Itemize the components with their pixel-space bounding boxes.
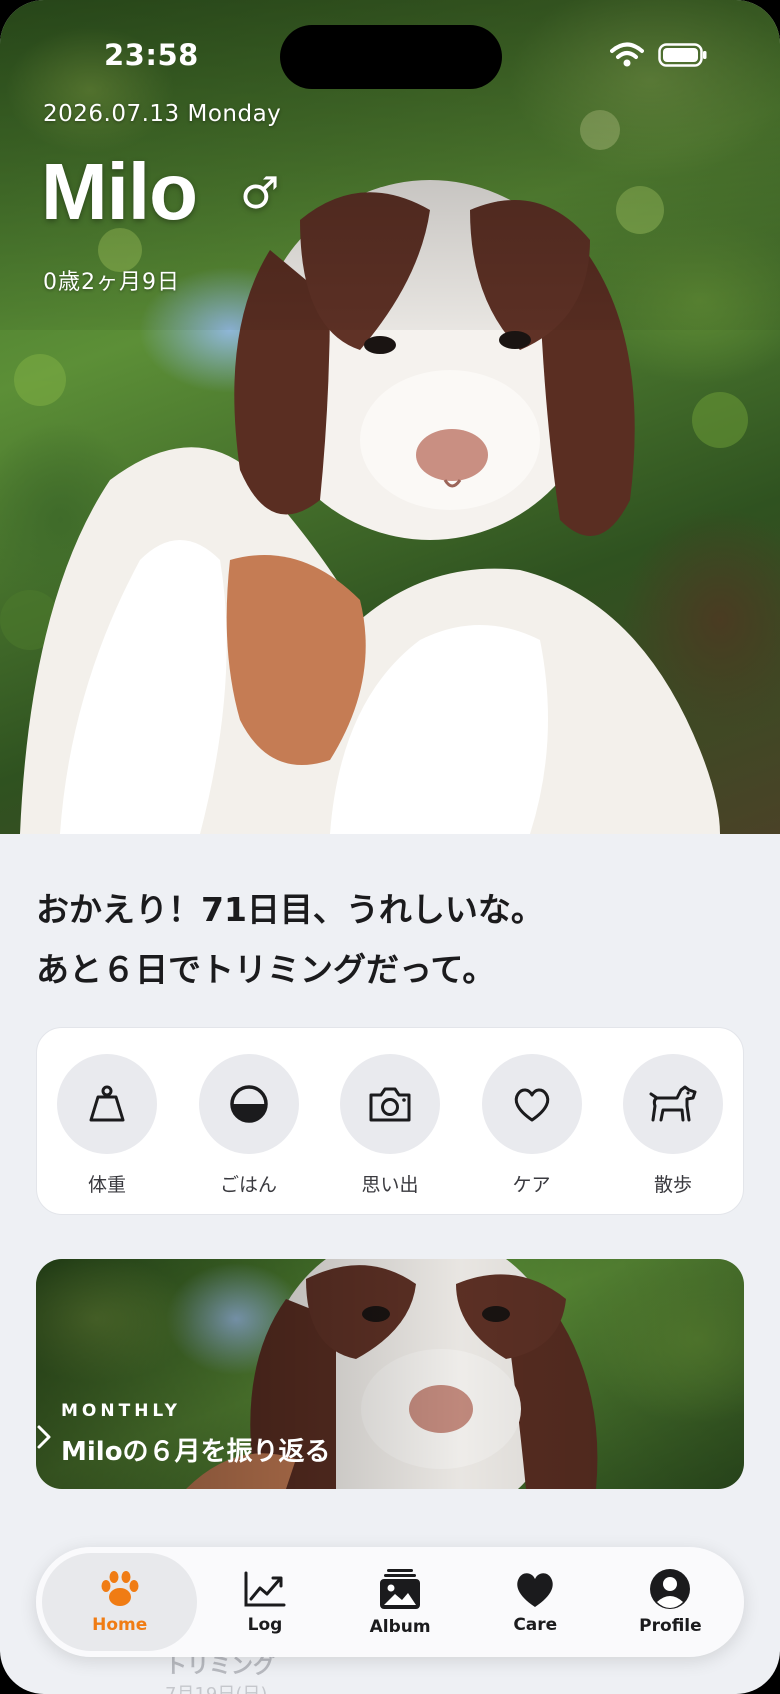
chevron-right-icon: [37, 1425, 51, 1449]
upcoming-date: 7月19日(日): [165, 1680, 267, 1694]
tab-bar: Home Log Album Care Profile: [36, 1547, 744, 1657]
paw-icon: [101, 1571, 139, 1606]
tab-label: Album: [369, 1617, 431, 1637]
action-walk[interactable]: 散歩: [623, 1054, 723, 1214]
action-memories[interactable]: 思い出: [340, 1054, 440, 1214]
tab-label: Profile: [639, 1616, 702, 1636]
camera-icon: [369, 1087, 411, 1122]
action-care[interactable]: ケア: [481, 1054, 582, 1214]
status-time: 23:58: [104, 38, 199, 72]
action-weight[interactable]: 体重: [57, 1054, 157, 1214]
monthly-kicker: MONTHLY: [61, 1401, 181, 1421]
pet-name: Milo: [41, 147, 198, 236]
weight-icon: [89, 1085, 125, 1122]
heart-icon: [517, 1573, 553, 1607]
person-icon: [650, 1569, 691, 1609]
monthly-title: Miloの６月を振り返る: [61, 1437, 331, 1467]
action-label: 体重: [87, 1174, 126, 1196]
battery-icon: [658, 43, 707, 67]
tab-home[interactable]: Home: [42, 1553, 198, 1651]
tab-album[interactable]: Album: [333, 1553, 468, 1651]
age-label: 0歳2ヶ月9日: [43, 270, 180, 295]
app-screen: 23:58 2026.07.13 Monday Milo ♂ 0歳2ヶ月9日 お…: [0, 0, 780, 1694]
quick-actions: 体重 ごはん 思い出 ケア 散歩: [36, 1027, 744, 1215]
album-icon: [380, 1569, 421, 1609]
greeting-line-1: おかえり！71日目、うれしいな。: [36, 890, 544, 929]
action-label: ごはん: [219, 1174, 277, 1196]
tab-log[interactable]: Log: [197, 1553, 332, 1651]
tab-label: Log: [247, 1615, 283, 1635]
status-icons: [610, 42, 708, 68]
heart-icon: [514, 1088, 549, 1122]
action-label: 思い出: [361, 1174, 419, 1196]
food-bowl-icon: [229, 1085, 268, 1123]
wifi-icon: [610, 42, 644, 67]
action-label: 散歩: [653, 1174, 692, 1196]
chart-icon: [244, 1571, 286, 1607]
dog-icon: [649, 1085, 697, 1122]
tab-label: Home: [92, 1615, 148, 1635]
action-label: ケア: [512, 1174, 551, 1196]
tab-care[interactable]: Care: [468, 1553, 603, 1651]
tab-label: Care: [513, 1615, 558, 1635]
greeting-line-2: あと６日でトリミングだって。: [36, 950, 496, 989]
tab-profile[interactable]: Profile: [603, 1553, 738, 1651]
date-label: 2026.07.13 Monday: [43, 101, 282, 127]
dynamic-island: [280, 25, 502, 89]
action-food[interactable]: ごはん: [198, 1054, 299, 1214]
gender-icon: ♂: [240, 168, 280, 219]
monthly-recap-card[interactable]: MONTHLY Miloの６月を振り返る: [36, 1259, 744, 1489]
greeting-message: おかえり！71日目、うれしいな。 あと６日でトリミングだって。: [36, 880, 736, 1000]
